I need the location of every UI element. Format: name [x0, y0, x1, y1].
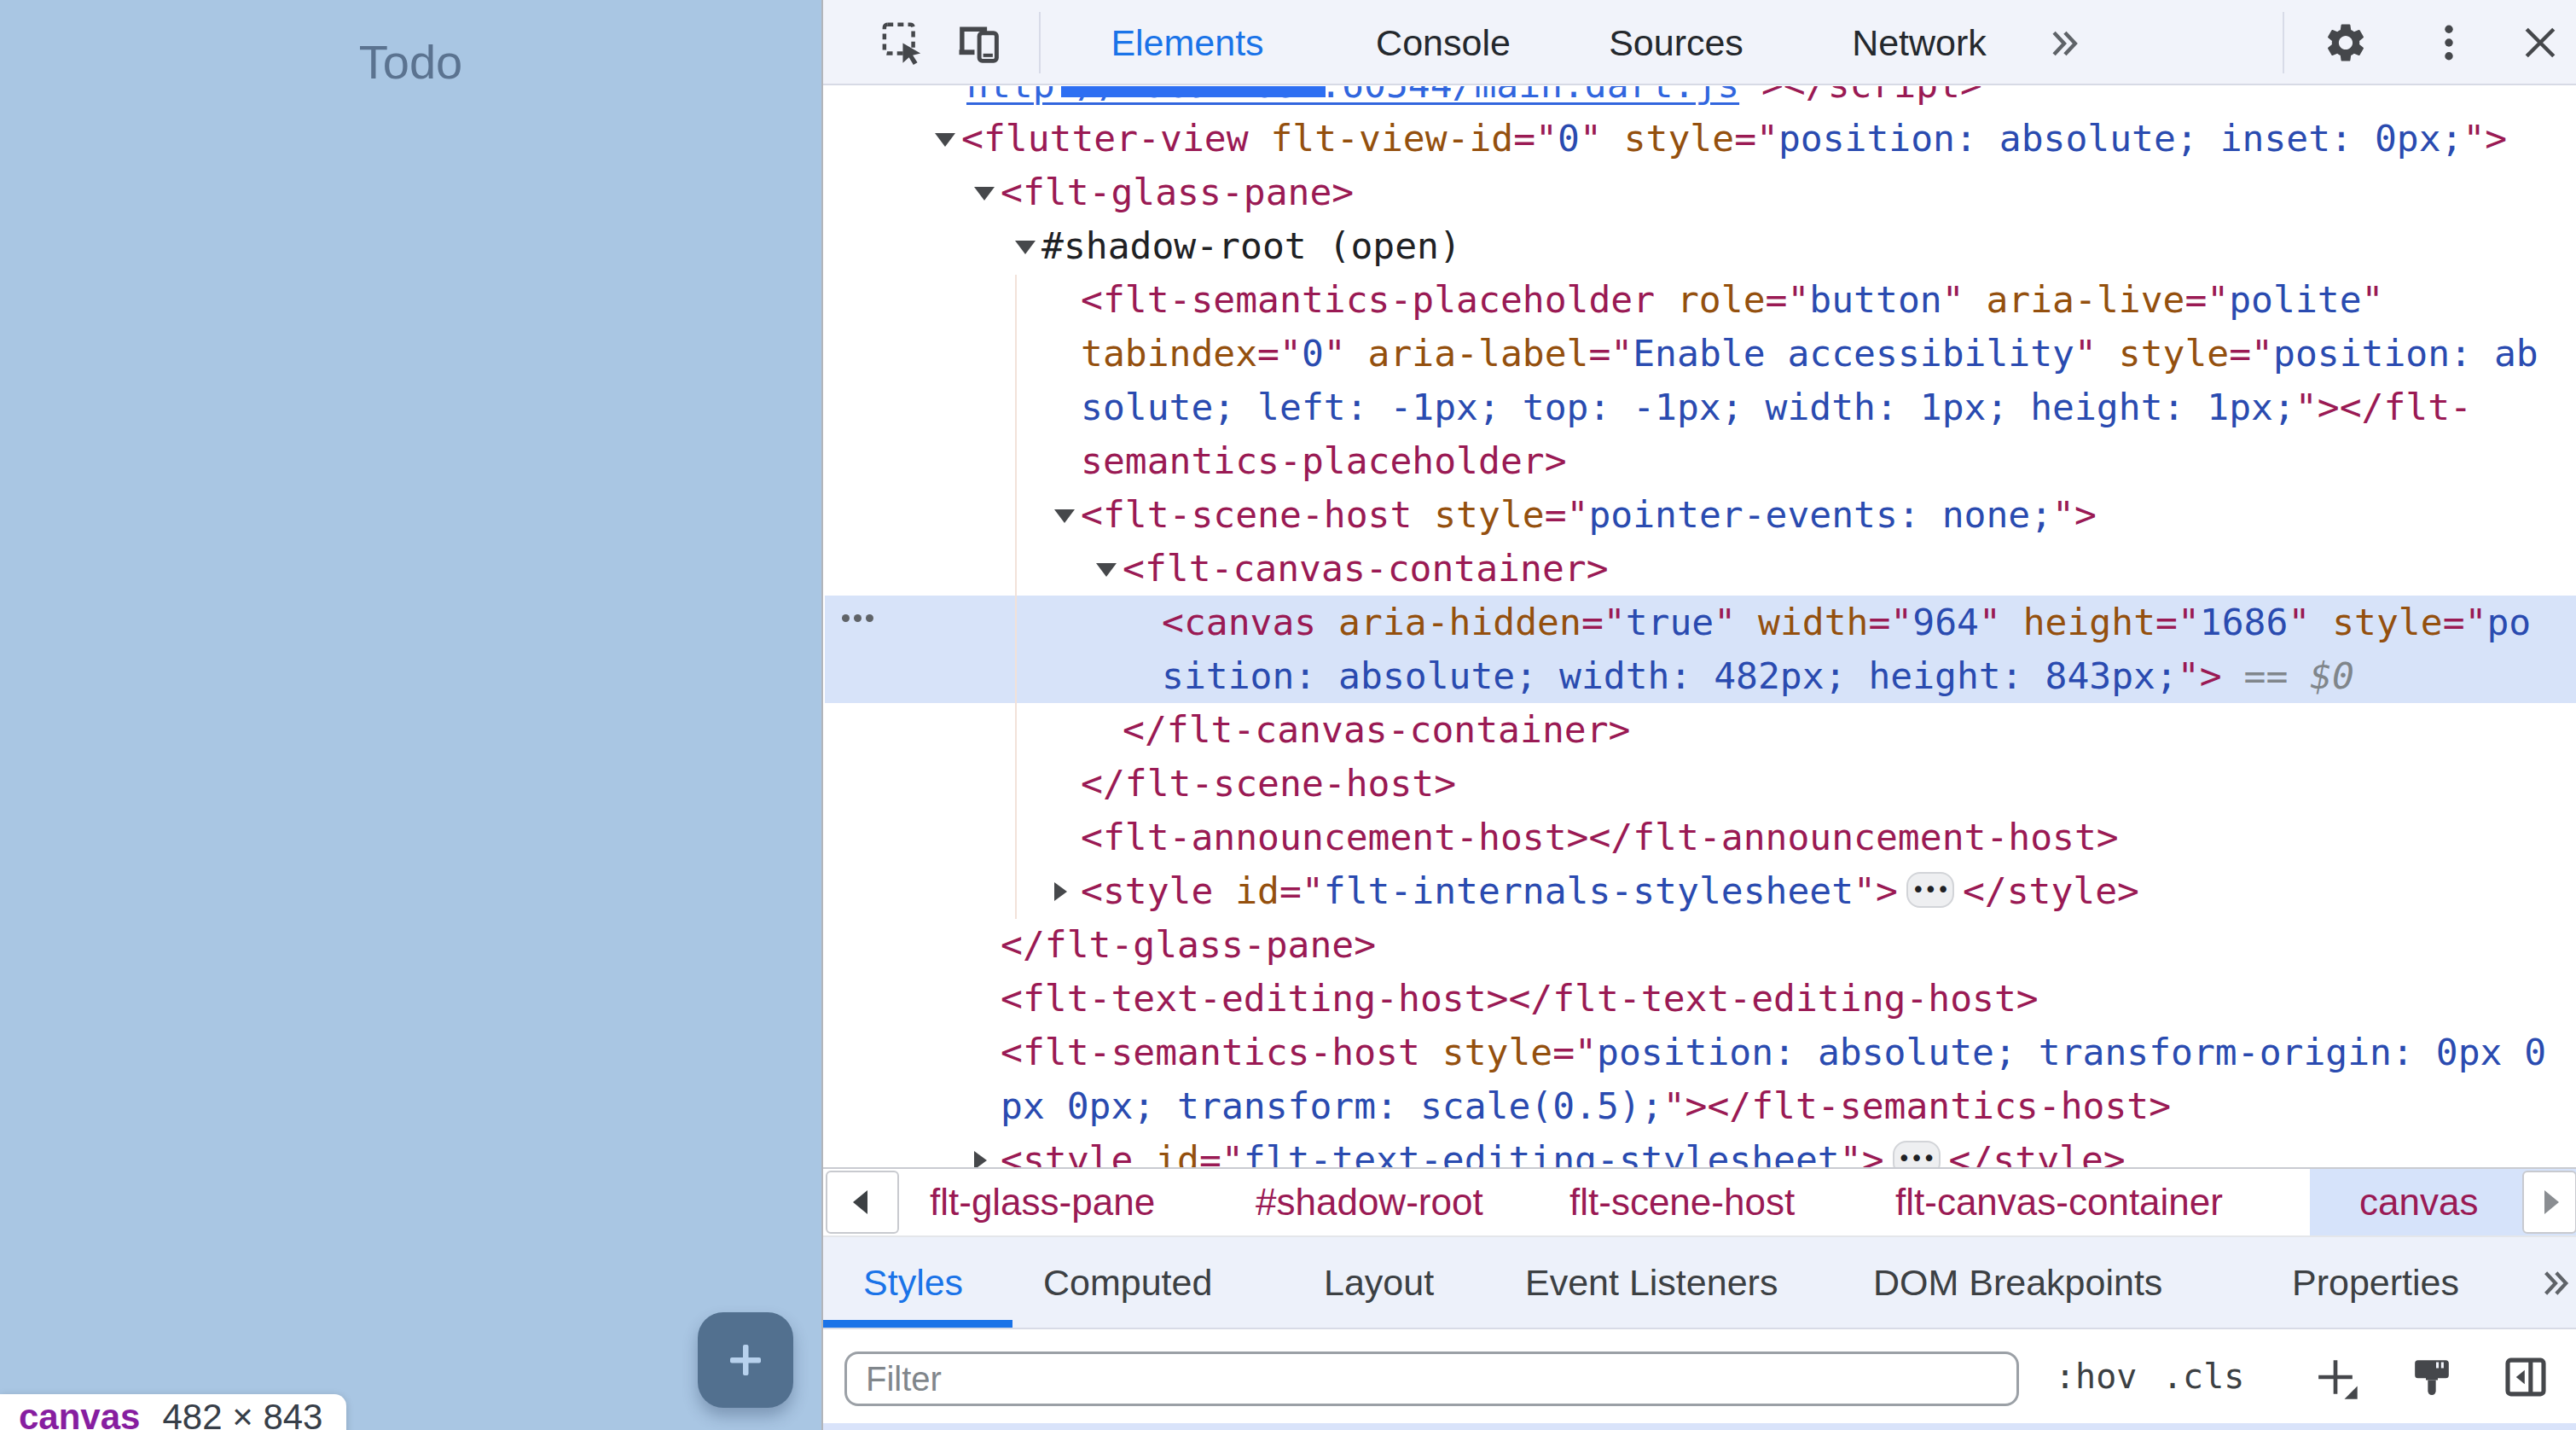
sidebar-tab-event-listeners[interactable]: Event Listeners — [1525, 1237, 1778, 1328]
expand-arrow-icon[interactable] — [1096, 563, 1117, 577]
dom-tree-row[interactable]: #shadow-root (open) — [1041, 219, 1461, 273]
add-todo-fab[interactable] — [698, 1312, 793, 1408]
inspect-element-icon[interactable] — [879, 20, 925, 66]
dom-tree-row[interactable]: </flt-glass-pane> — [1001, 918, 1376, 972]
breadcrumb-scroll-right-button[interactable] — [2522, 1171, 2576, 1234]
sidebar-tab-styles[interactable]: Styles — [863, 1237, 963, 1328]
right-triangle-icon — [2544, 1190, 2559, 1214]
element-size-tooltip: canvas 482 × 843 — [0, 1394, 346, 1430]
tooltip-element-name: canvas — [19, 1397, 140, 1430]
devtools-tab-console[interactable]: Console — [1376, 0, 1511, 85]
more-sidebar-tabs-icon[interactable] — [2538, 1265, 2573, 1301]
left-triangle-icon — [853, 1190, 867, 1214]
more-tabs-icon[interactable] — [2045, 25, 2083, 62]
node-overflow-dots-icon[interactable] — [842, 614, 873, 622]
inline-expand-icon[interactable]: ••• — [1893, 1141, 1941, 1168]
more-options-kebab-icon[interactable] — [2426, 20, 2472, 66]
breadcrumb-item-flt-canvas-container[interactable]: flt-canvas-container — [1895, 1169, 2223, 1235]
devtools-bottom-strip — [823, 1423, 2576, 1430]
breadcrumb-item-flt-scene-host[interactable]: flt-scene-host — [1569, 1169, 1795, 1235]
sidebar-tab-dom-breakpoints[interactable]: DOM Breakpoints — [1873, 1237, 2162, 1328]
dom-tree-row[interactable]: <canvas aria-hidden="true" width="964" h… — [1162, 596, 2531, 649]
toggle-sidebar-panel-icon[interactable] — [2502, 1353, 2550, 1401]
settings-gear-icon[interactable] — [2323, 20, 2369, 66]
close-devtools-icon[interactable] — [2517, 20, 2563, 66]
styles-filter-input[interactable] — [844, 1352, 2019, 1406]
dom-tree-row[interactable]: </flt-canvas-container> — [1123, 703, 1630, 757]
tooltip-element-dimensions: 482 × 843 — [162, 1397, 322, 1430]
sidebar-tab-computed[interactable]: Computed — [1043, 1237, 1212, 1328]
sidebar-tab-properties[interactable]: Properties — [2292, 1237, 2459, 1328]
styles-filter-bar: :hov .cls — [823, 1329, 2576, 1423]
expand-arrow-icon[interactable] — [1054, 882, 1067, 901]
dom-tree-row[interactable]: <flt-canvas-container> — [1123, 542, 1609, 596]
dom-tree-row[interactable]: <flt-text-editing-host></flt-text-editin… — [1001, 972, 2039, 1026]
dom-tree-row[interactable]: sition: absolute; width: 482px; height: … — [1162, 649, 2354, 703]
selected-tab-underline — [823, 1320, 1012, 1328]
devtools-tab-network[interactable]: Network — [1852, 0, 1987, 85]
breadcrumb-item-flt-glass-pane[interactable]: flt-glass-pane — [930, 1169, 1155, 1235]
sidebar-tab-layout[interactable]: Layout — [1324, 1237, 1434, 1328]
dom-tree-row[interactable]: <flt-scene-host style="pointer-events: n… — [1081, 488, 2097, 542]
text-selection-highlight — [1061, 86, 1326, 97]
devtools-panel: Elements Console Sources Network http://loc… — [821, 0, 2576, 1430]
dom-tree-row[interactable]: solute; left: -1px; top: -1px; width: 1p… — [1081, 381, 2472, 434]
plus-icon — [727, 1341, 764, 1379]
pseudo-class-toggle[interactable]: :hov — [2055, 1329, 2137, 1423]
dom-tree-row[interactable]: semantics-placeholder> — [1081, 434, 1567, 488]
devtools-tab-elements[interactable]: Elements — [1111, 0, 1263, 85]
sidebar-tab-strip: Styles Computed Layout Event Listeners DOM B… — [823, 1237, 2576, 1329]
dom-tree-row[interactable]: </flt-scene-host> — [1081, 757, 1456, 811]
devtools-toolbar: Elements Console Sources Network — [823, 0, 2576, 85]
expand-arrow-icon[interactable] — [935, 133, 955, 147]
breadcrumb-bar: flt-glass-pane #shadow-root flt-scene-host… — [823, 1167, 2576, 1237]
breadcrumb-item-shadow-root[interactable]: #shadow-root — [1256, 1169, 1483, 1235]
toolbar-divider — [2283, 12, 2284, 73]
flutter-app-page: Todo canvas 482 × 843 — [0, 0, 821, 1430]
toolbar-divider — [1039, 12, 1041, 73]
elements-dom-tree: http://localhost:60544/main.dart.js"></s… — [825, 86, 2576, 1167]
inline-expand-icon[interactable]: ••• — [1906, 872, 1954, 908]
class-toggle[interactable]: .cls — [2162, 1329, 2244, 1423]
dom-tree-row[interactable]: <flt-semantics-placeholder role="button"… — [1081, 273, 2383, 327]
new-style-rule-icon[interactable] — [2312, 1353, 2359, 1401]
dom-tree-row[interactable]: px 0px; transform: scale(0.5);"></flt-se… — [1001, 1079, 2171, 1133]
expand-arrow-icon[interactable] — [974, 1151, 987, 1167]
paint-brush-icon[interactable] — [2408, 1353, 2456, 1401]
dom-tree-row[interactable]: <flt-announcement-host></flt-announcemen… — [1081, 811, 2119, 864]
expand-arrow-icon[interactable] — [974, 187, 995, 201]
dom-tree-row[interactable]: <style id="flt-text-editing-stylesheet">… — [1001, 1133, 2126, 1167]
dom-tree-row[interactable]: <flt-glass-pane> — [1001, 166, 1354, 219]
dom-tree-row[interactable]: <flt-semantics-host style="position: abs… — [1001, 1026, 2546, 1079]
expand-arrow-icon[interactable] — [1015, 241, 1036, 254]
expand-arrow-icon[interactable] — [1054, 509, 1075, 523]
app-title: Todo — [0, 34, 821, 90]
devtools-tab-sources[interactable]: Sources — [1609, 0, 1743, 85]
tree-indent-guide — [1015, 275, 1017, 919]
breadcrumb-item-canvas[interactable]: canvas — [2359, 1169, 2478, 1235]
dom-tree-row[interactable]: <flutter-view flt-view-id="0" style="pos… — [961, 112, 2507, 166]
device-toolbar-icon[interactable] — [955, 20, 1001, 66]
dom-tree-row[interactable]: <style id="flt-internals-stylesheet">•••… — [1081, 864, 2139, 918]
breadcrumb-scroll-left-button[interactable] — [826, 1171, 899, 1234]
dom-tree-row[interactable]: tabindex="0" aria-label="Enable accessib… — [1081, 327, 2538, 381]
